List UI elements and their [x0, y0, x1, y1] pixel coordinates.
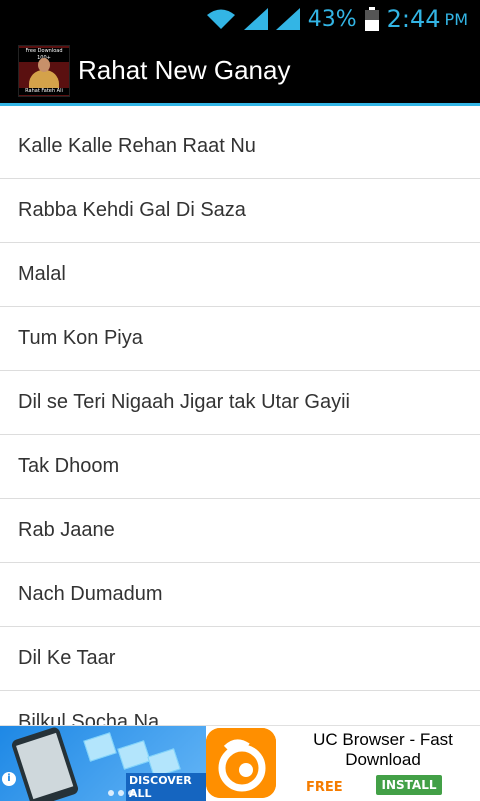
- phone-icon: [10, 726, 80, 801]
- clock: 2:44 PM: [387, 5, 468, 33]
- wifi-icon: [206, 8, 236, 30]
- list-item[interactable]: Dil Ke Taar: [0, 627, 480, 691]
- list-item[interactable]: Kalle Kalle Rehan Raat Nu: [0, 115, 480, 179]
- app-icon-bottom-text: Rahat Fateh Ali: [19, 87, 69, 95]
- list-item[interactable]: Tum Kon Piya: [0, 307, 480, 371]
- list-item[interactable]: Dil se Teri Nigaah Jigar tak Utar Gayii: [0, 371, 480, 435]
- app-icon-person-head: [38, 57, 50, 72]
- clock-time: 2:44: [386, 5, 441, 33]
- phone-screen: [16, 732, 74, 800]
- carousel-dot: [128, 790, 134, 796]
- signal-icon-2: [275, 8, 300, 30]
- install-button[interactable]: INSTALL: [376, 775, 442, 795]
- status-bar: 43% 2:44 PM: [0, 0, 480, 38]
- battery-icon: [364, 7, 379, 31]
- carousel-dot: [118, 790, 124, 796]
- ad-discover-label: DISCOVER ALL: [126, 773, 206, 801]
- ad-free-label: FREE: [306, 780, 343, 795]
- list-item[interactable]: Malal: [0, 243, 480, 307]
- list-item[interactable]: Nach Dumadum: [0, 563, 480, 627]
- song-list: Kalle Kalle Rehan Raat Nu Rabba Kehdi Ga…: [0, 115, 480, 725]
- signal-icon-1: [243, 8, 268, 30]
- info-icon[interactable]: i: [2, 772, 16, 786]
- clock-ampm: PM: [444, 9, 468, 29]
- battery-percent: 43%: [307, 6, 357, 32]
- app-icon-person-body: [29, 69, 59, 88]
- app-title: Rahat New Ganay: [78, 55, 291, 85]
- ad-banner[interactable]: i DISCOVER ALL UC Browser - Fast Downloa…: [0, 725, 480, 801]
- ad-tile: [83, 732, 117, 762]
- carousel-dots: [108, 790, 138, 796]
- list-item[interactable]: Bilkul Socha Na: [0, 691, 480, 725]
- ad-title[interactable]: UC Browser - Fast Download: [290, 730, 476, 770]
- list-item[interactable]: Rab Jaane: [0, 499, 480, 563]
- list-item[interactable]: Tak Dhoom: [0, 435, 480, 499]
- ad-image[interactable]: i DISCOVER ALL: [0, 726, 206, 801]
- action-bar: Free Download 100+ Rahat Fateh Ali Rahat…: [0, 38, 480, 106]
- ad-tile: [117, 740, 151, 770]
- app-icon[interactable]: Free Download 100+ Rahat Fateh Ali: [18, 44, 70, 97]
- carousel-dot: [108, 790, 114, 796]
- uc-browser-icon[interactable]: [206, 728, 276, 798]
- list-item[interactable]: Rabba Kehdi Gal Di Saza: [0, 179, 480, 243]
